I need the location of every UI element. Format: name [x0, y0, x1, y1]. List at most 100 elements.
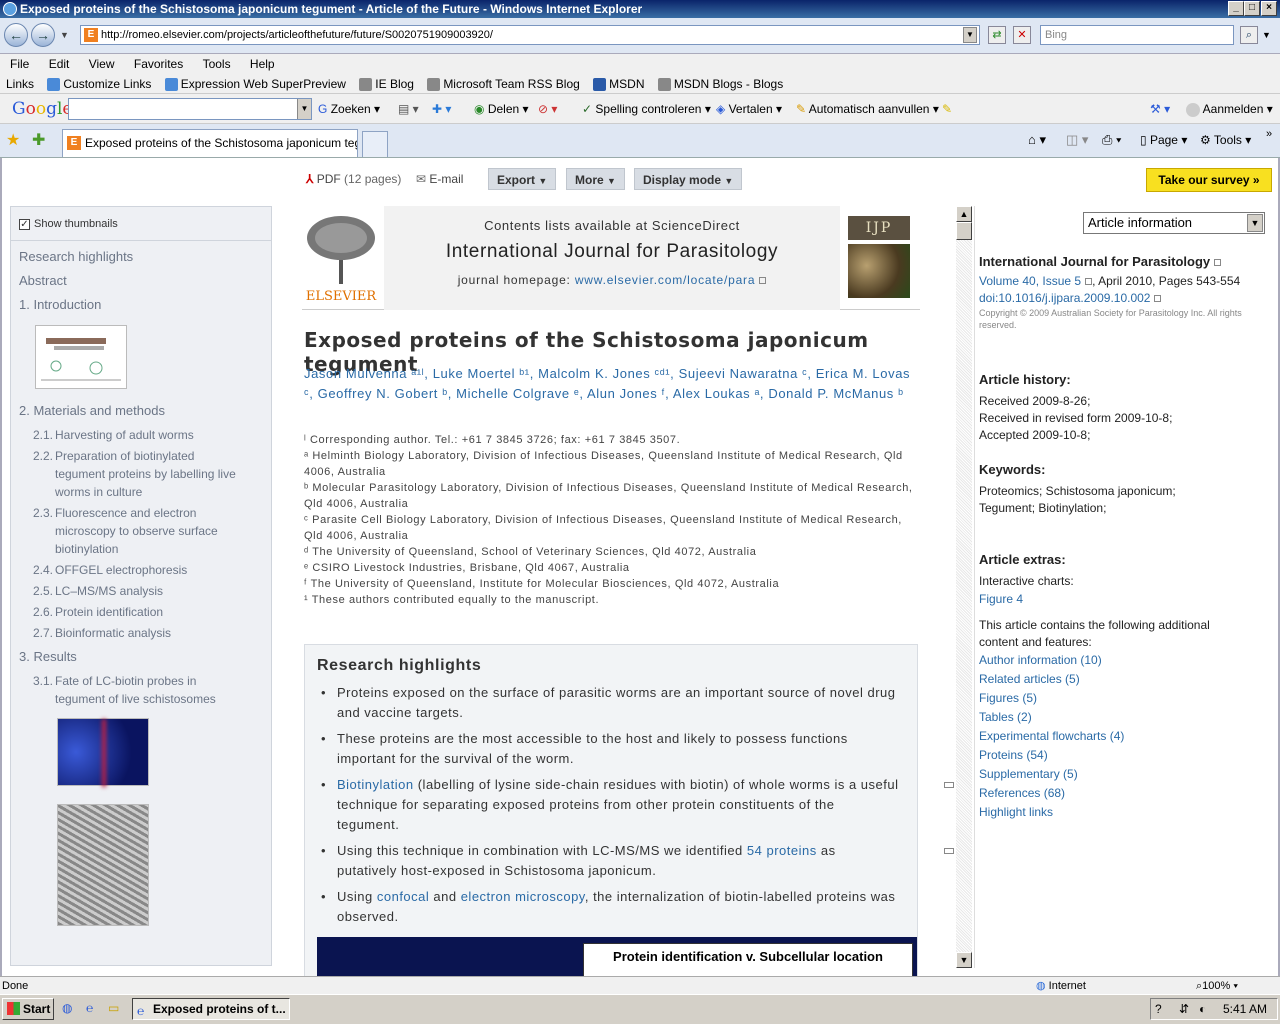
menu-tools[interactable]: Tools: [203, 57, 231, 71]
menu-view[interactable]: View: [89, 57, 115, 71]
tables-link[interactable]: Tables (2): [979, 708, 1267, 727]
take-survey-button[interactable]: Take our survey »: [1146, 168, 1272, 192]
bookmarks-icon[interactable]: ✚ ▾: [432, 94, 451, 124]
link-rss-blog[interactable]: Microsoft Team RSS Blog: [427, 77, 580, 92]
biotinylation-link[interactable]: Biotinylation: [337, 777, 414, 792]
flowcharts-link[interactable]: Experimental flowcharts (4): [979, 727, 1267, 746]
favorites-star-icon[interactable]: ★: [6, 130, 20, 150]
show-thumbnails-checkbox[interactable]: ✓ Show thumbnails: [11, 207, 271, 241]
link-msdn-blogs[interactable]: MSDN Blogs - Blogs: [657, 77, 783, 92]
feeds-icon[interactable]: ◫ ▾: [1066, 132, 1088, 148]
references-link[interactable]: References (68): [979, 784, 1267, 803]
stop-icon[interactable]: ✕: [1013, 26, 1031, 44]
author-list[interactable]: Jason Mulvenna ᵃ¹ˡ, Luke Moertel ᵇ¹, Mal…: [304, 364, 916, 404]
signin-button[interactable]: Aanmelden ▾: [1186, 94, 1273, 124]
link-customize[interactable]: Customize Links: [47, 77, 151, 92]
nav-2-1[interactable]: 2.1. Harvesting of adult worms: [11, 426, 271, 444]
quicklaunch-ie-icon[interactable]: ◍: [62, 1001, 72, 1015]
pdf-link[interactable]: ⅄ PDF (12 pages): [306, 168, 401, 190]
panel-select[interactable]: Article information ▼: [1083, 212, 1265, 234]
forward-button[interactable]: →: [31, 23, 55, 47]
google-search-button[interactable]: G Zoeken ▾: [318, 94, 380, 124]
maximize-button[interactable]: □: [1244, 1, 1260, 16]
author-information-link[interactable]: Author information (10): [979, 651, 1267, 670]
scroll-up-icon[interactable]: ▲: [956, 206, 972, 222]
fluorescence-thumbnail[interactable]: [57, 718, 149, 787]
electron-microscopy-link[interactable]: electron microscopy: [461, 889, 585, 904]
antivirus-icon[interactable]: ◐: [1199, 999, 1206, 1019]
search-icon[interactable]: ⌕: [1240, 26, 1258, 44]
graphical-abstract[interactable]: Protein identification v. Subcellular lo…: [317, 937, 917, 976]
tab-article[interactable]: E Exposed proteins of the Schistosoma ja…: [62, 129, 358, 157]
related-articles-link[interactable]: Related articles (5): [979, 670, 1267, 689]
help-icon[interactable]: ?: [1155, 999, 1162, 1019]
link-expression-web[interactable]: Expression Web SuperPreview: [164, 77, 346, 92]
search-options-chevron-icon[interactable]: ▼: [1262, 30, 1271, 40]
nav-2-3[interactable]: 2.3. Fluorescence and electron microscopy…: [11, 504, 271, 558]
supplementary-link[interactable]: Supplementary (5): [979, 765, 1267, 784]
chevron-right-icon[interactable]: »: [1266, 128, 1272, 140]
scroll-down-icon[interactable]: ▼: [956, 952, 972, 968]
scroll-thumb[interactable]: [956, 222, 972, 240]
nav-results[interactable]: 3. Results: [11, 645, 271, 669]
figures-link[interactable]: Figures (5): [979, 689, 1267, 708]
nav-abstract[interactable]: Abstract: [11, 269, 271, 293]
menu-file[interactable]: File: [10, 57, 29, 71]
more-button[interactable]: More ▼: [566, 168, 625, 190]
proteins-link[interactable]: Proteins (54): [979, 746, 1267, 765]
link-ie-blog[interactable]: IE Blog: [359, 77, 414, 92]
page-menu[interactable]: ▯ Page ▾: [1140, 133, 1187, 147]
popup-blocker-icon[interactable]: ⊘ ▾: [538, 94, 557, 124]
proteins-link[interactable]: 54 proteins: [747, 843, 817, 858]
confocal-link[interactable]: confocal: [377, 889, 429, 904]
address-dropdown-icon[interactable]: ▼: [963, 27, 977, 43]
tools-menu[interactable]: ⚙ Tools ▾: [1200, 133, 1251, 147]
print-icon[interactable]: ⎙ ▾: [1102, 132, 1121, 148]
quicklaunch-folder-icon[interactable]: ▭: [108, 1001, 119, 1015]
autofill-button[interactable]: ✎ Automatisch aanvullen ▾: [796, 94, 939, 124]
highlight-links-link[interactable]: Highlight links: [979, 803, 1267, 822]
zoom-level[interactable]: ⌕100% ▾: [1196, 977, 1238, 995]
translate-button[interactable]: ◈ Vertalen ▾: [716, 94, 782, 124]
doi-link[interactable]: doi:10.1016/j.ijpara.2009.10.002: [979, 291, 1150, 305]
display-mode-button[interactable]: Display mode ▼: [634, 168, 743, 190]
page-options-icon[interactable]: ▤ ▾: [398, 94, 419, 124]
network-icon[interactable]: ⇵: [1179, 999, 1189, 1019]
microscopy-thumbnail[interactable]: [57, 804, 149, 926]
figure-4-link[interactable]: Figure 4: [979, 590, 1267, 609]
back-button[interactable]: ←: [4, 23, 28, 47]
add-favorite-icon[interactable]: ✚: [32, 130, 45, 150]
link-msdn[interactable]: MSDN: [593, 77, 645, 92]
email-link[interactable]: ✉ E-mail: [416, 168, 463, 190]
minimize-button[interactable]: _: [1228, 1, 1244, 16]
article-scrollbar[interactable]: ▲ ▼: [944, 206, 972, 968]
nav-2-5[interactable]: 2.5. LC–MS/MS analysis: [11, 582, 271, 600]
recent-pages-chevron-icon[interactable]: ▼: [60, 30, 69, 40]
highlighter-icon[interactable]: ✎: [942, 94, 952, 124]
home-icon[interactable]: ⌂ ▾: [1028, 132, 1046, 148]
menu-favorites[interactable]: Favorites: [134, 57, 183, 71]
refresh-icon[interactable]: ⇄: [988, 26, 1006, 44]
nav-materials-methods[interactable]: 2. Materials and methods: [11, 399, 271, 423]
close-window-button[interactable]: ×: [1261, 1, 1277, 16]
export-button[interactable]: Export ▼: [488, 168, 557, 190]
nav-2-6[interactable]: 2.6. Protein identification: [11, 603, 271, 621]
nav-introduction[interactable]: 1. Introduction: [11, 293, 271, 317]
wrench-icon[interactable]: ⚒ ▾: [1150, 94, 1170, 124]
quicklaunch-ie2-icon[interactable]: ℮: [86, 1001, 93, 1015]
search-input[interactable]: Bing: [1040, 25, 1234, 45]
new-tab-button[interactable]: [362, 131, 388, 157]
menu-help[interactable]: Help: [250, 57, 275, 71]
share-button[interactable]: ◉ Delen ▾: [474, 94, 529, 124]
menu-edit[interactable]: Edit: [49, 57, 70, 71]
start-button[interactable]: Start: [2, 998, 54, 1020]
address-input[interactable]: E http://romeo.elsevier.com/projects/art…: [80, 25, 980, 45]
volume-link[interactable]: Volume 40, Issue 5: [979, 274, 1081, 288]
nav-2-2[interactable]: 2.2. Preparation of biotinylated tegument…: [11, 447, 271, 501]
taskbar-ie-window[interactable]: ℮ Exposed proteins of t...: [132, 998, 290, 1020]
nav-2-4[interactable]: 2.4. OFFGEL electrophoresis: [11, 561, 271, 579]
nav-3-1[interactable]: 3.1. Fate of LC-biotin probes in tegument…: [11, 672, 271, 708]
google-search-input[interactable]: ▼: [68, 98, 312, 120]
intro-figure-thumbnail[interactable]: [35, 325, 127, 389]
nav-research-highlights[interactable]: Research highlights: [11, 245, 271, 269]
